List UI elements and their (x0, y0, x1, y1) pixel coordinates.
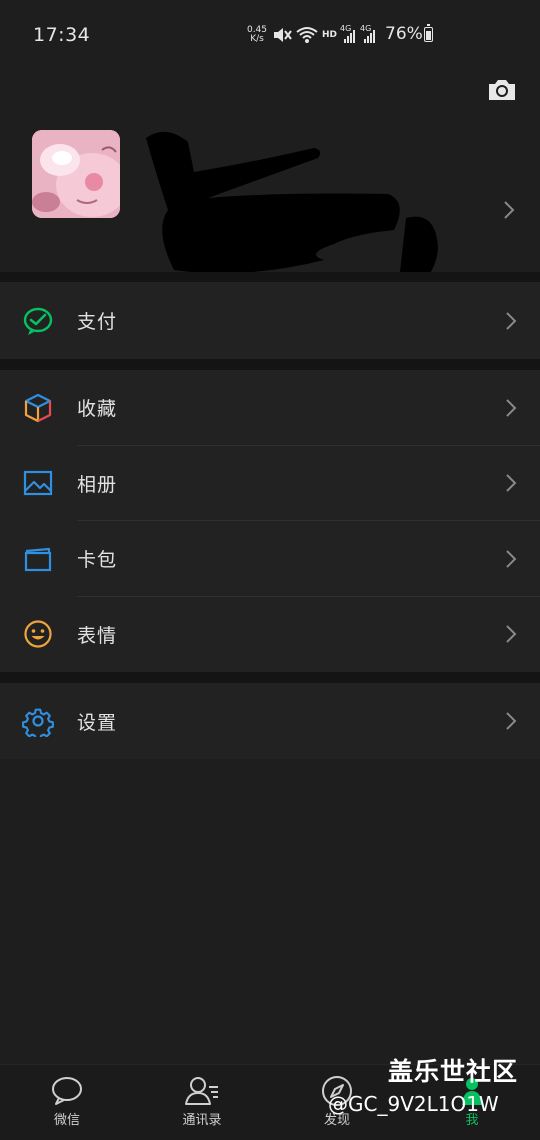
avatar[interactable] (32, 130, 120, 218)
signal-icon: 4G (340, 24, 358, 44)
menu-item-settings[interactable]: 设置 (0, 683, 540, 759)
menu-item-favorites[interactable]: 收藏 (0, 370, 540, 446)
tab-contacts[interactable]: 通讯录 (152, 1075, 252, 1137)
features-group: 收藏 相册 卡包 表情 (0, 370, 540, 672)
menu-label-pay: 支付 (77, 311, 118, 333)
card-wallet-icon (24, 547, 52, 571)
tab-label-chats: 微信 (53, 1113, 80, 1128)
favorites-cube-icon (24, 393, 52, 422)
watermark-user: @GC_9V2L1O1W (328, 1092, 499, 1116)
mute-vibrate-icon (274, 28, 292, 42)
redacted-nickname (146, 131, 438, 292)
menu-item-pay[interactable]: 支付 (0, 282, 540, 359)
tab-label-contacts: 通讯录 (182, 1113, 222, 1128)
status-bar: 17:34 0.45 K/s HD 4G 4G 76% (0, 0, 540, 70)
watermark-title: 盖乐世社区 (388, 1057, 519, 1086)
menu-item-cards[interactable]: 卡包 (0, 521, 540, 597)
chevron-right-icon (506, 625, 517, 643)
chevron-right-icon (506, 474, 517, 492)
chevron-right-icon (506, 550, 517, 568)
profile-chevron-icon (504, 201, 515, 219)
album-image-icon (23, 471, 53, 496)
camera-icon[interactable] (487, 78, 517, 102)
contacts-icon (185, 1077, 218, 1105)
wechat-pay-icon (23, 307, 53, 335)
section-gap (0, 672, 540, 683)
tab-chats[interactable]: 微信 (17, 1075, 117, 1137)
hd-label: HD (322, 30, 338, 40)
menu-label-cards: 卡包 (77, 549, 118, 572)
section-gap (0, 272, 540, 282)
avatar-image (32, 130, 120, 218)
settings-gear-icon (22, 708, 54, 737)
net-speed-unit: K/s (250, 34, 264, 44)
profile-header[interactable] (0, 104, 540, 292)
battery-percent: 76% (385, 24, 423, 44)
signal-icon-2: 4G (360, 24, 378, 44)
chevron-right-icon (506, 399, 517, 417)
menu-item-stickers[interactable]: 表情 (0, 597, 540, 673)
sticker-smile-icon (24, 620, 52, 648)
section-gap (0, 359, 540, 370)
wifi-icon (296, 27, 318, 43)
battery-icon (424, 24, 433, 42)
menu-label-settings: 设置 (77, 711, 118, 734)
pay-group: 支付 (0, 282, 540, 359)
status-time: 17:34 (33, 24, 91, 46)
settings-group: 设置 (0, 683, 540, 759)
menu-label-album: 相册 (77, 473, 118, 496)
net-speed: 0.45 K/s (246, 26, 268, 44)
menu-label-favorites: 收藏 (77, 398, 118, 421)
chat-bubble-icon (52, 1077, 82, 1105)
menu-label-stickers: 表情 (77, 624, 118, 647)
chevron-right-icon (506, 712, 517, 730)
menu-item-album[interactable]: 相册 (0, 446, 540, 521)
chevron-right-icon (506, 311, 517, 330)
